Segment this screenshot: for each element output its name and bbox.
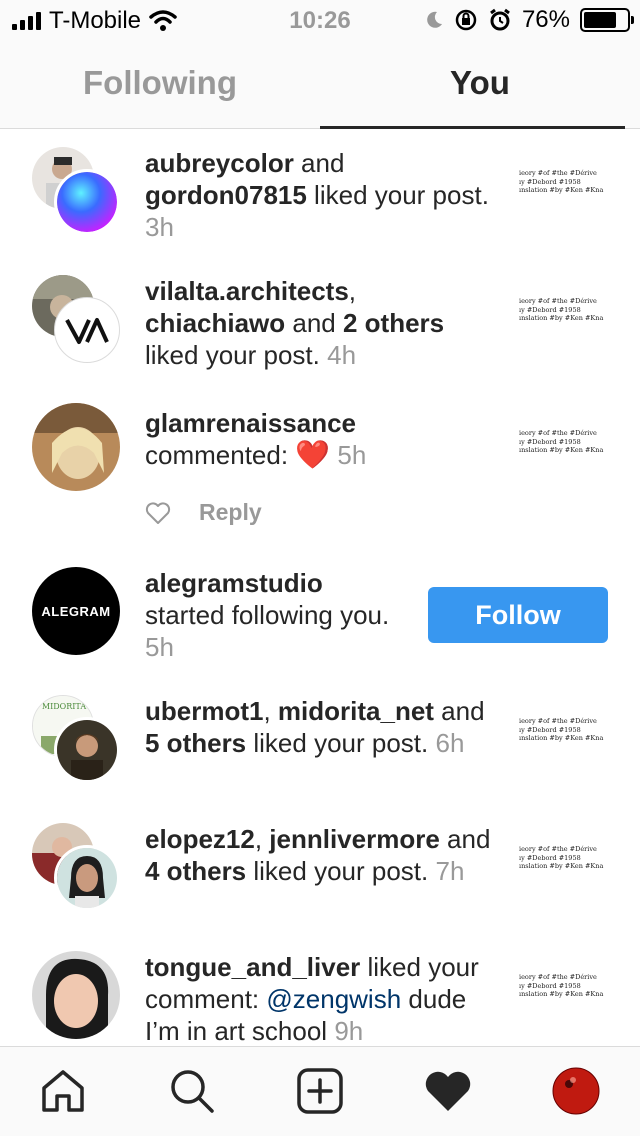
notification-message: liked your post. [306, 180, 489, 210]
activity-heart-icon[interactable] [422, 1065, 474, 1117]
notification-text[interactable]: vilalta.architects, chiachiawo and 2 oth… [145, 275, 500, 371]
like-comment-heart-icon[interactable] [145, 501, 171, 525]
notification-time: 6h [435, 728, 465, 758]
notification-time: 9h [334, 1016, 364, 1046]
list-item[interactable]: ALEGRAM alegramstudio started following … [0, 567, 640, 667]
username-text[interactable]: 4 others [145, 856, 246, 886]
status-bar: T-Mobile 10:26 76% [0, 0, 640, 40]
notification-time: 5h [145, 632, 174, 662]
battery-icon [580, 8, 634, 32]
username-text[interactable]: tongue_and_liver [145, 952, 360, 982]
notification-message: liked your post. [246, 728, 429, 758]
username-text[interactable]: ubermot1 [145, 696, 263, 726]
avatar[interactable] [54, 845, 120, 911]
notification-text[interactable]: alegramstudio started following you. 5h [145, 567, 395, 663]
notification-time: 7h [435, 856, 465, 886]
post-thumbnail[interactable]: ieory #of #the #Dérive ıy #Debord #1958 ın… [519, 845, 611, 895]
username-text[interactable]: chiachiawo [145, 308, 285, 338]
profile-avatar[interactable] [550, 1065, 602, 1117]
username-text[interactable]: aubreycolor [145, 148, 294, 178]
new-post-icon[interactable] [294, 1065, 346, 1117]
moon-icon [427, 11, 442, 28]
notification-message: , [254, 824, 270, 854]
activity-feed[interactable]: aubreycolor and gordon07815 liked your p… [0, 129, 640, 1046]
mention-link[interactable]: @zengwish [266, 984, 401, 1014]
notification-text[interactable]: aubreycolor and gordon07815 liked your p… [145, 147, 500, 243]
avatar[interactable] [54, 297, 120, 363]
status-right: 76% [424, 6, 634, 34]
username-text[interactable]: glamrenaissance [145, 408, 356, 438]
list-item[interactable]: aubreycolor and gordon07815 liked your p… [0, 147, 640, 243]
notification-message: and [285, 308, 343, 338]
notification-text[interactable]: glamrenaissance commented: ❤️ 5h [145, 407, 500, 471]
list-item[interactable]: elopez12, jennlivermore and 4 others lik… [0, 823, 640, 919]
notification-message: started following you. [145, 600, 390, 630]
home-icon[interactable] [37, 1065, 89, 1117]
notification-time: 5h [337, 440, 367, 470]
alarm-icon [490, 8, 510, 31]
notification-text[interactable]: ubermot1, midorita_net and 5 others like… [145, 695, 500, 759]
activity-tabs: Following You [0, 40, 640, 129]
post-thumbnail[interactable]: ieory #of #the #Dérive ıy #Debord #1958 ın… [519, 717, 611, 767]
avatar[interactable]: ALEGRAM [32, 567, 120, 655]
post-thumbnail[interactable]: ieory #of #the #Dérive ıy #Debord #1958 ın… [519, 169, 611, 219]
post-thumbnail[interactable]: ieory #of #the #Dérive ıy #Debord #1958 ın… [519, 429, 611, 479]
notification-time: 4h [327, 340, 357, 370]
notification-text[interactable]: tongue_and_liver liked your comment: @ze… [145, 951, 500, 1046]
notification-message: and [439, 824, 491, 854]
username-text[interactable]: elopez12 [145, 824, 255, 854]
notification-message: liked your post. [246, 856, 429, 886]
search-icon[interactable] [166, 1065, 218, 1117]
battery-percent: 76% [521, 6, 570, 33]
list-item[interactable]: tongue_and_liver liked your comment: @ze… [0, 951, 640, 1046]
avatar[interactable] [32, 951, 120, 1039]
avatar[interactable] [32, 403, 120, 491]
rotation-lock-icon [455, 9, 477, 31]
username-text[interactable]: jennlivermore [269, 824, 440, 854]
notification-message: and [293, 148, 345, 178]
list-item[interactable]: glamrenaissance commented: ❤️ 5h ieory #… [0, 403, 640, 533]
list-item[interactable]: vilalta.architects, chiachiawo and 2 oth… [0, 275, 640, 371]
username-text[interactable]: 2 others [343, 308, 444, 338]
avatar[interactable] [54, 169, 120, 235]
notification-text[interactable]: elopez12, jennlivermore and 4 others lik… [145, 823, 500, 887]
notification-time: 3h [145, 212, 174, 242]
notification-message: liked your post. [145, 340, 320, 370]
reply-button[interactable]: Reply [199, 499, 262, 526]
tab-you[interactable]: You [320, 40, 640, 129]
username-text[interactable]: vilalta.architects [145, 276, 349, 306]
notification-message: , [348, 276, 357, 306]
follow-button[interactable]: Follow [428, 587, 608, 643]
avatar-logo-text: MIDORITA [42, 702, 86, 711]
avatar-logo-text: ALEGRAM [41, 603, 111, 619]
tab-following[interactable]: Following [0, 40, 320, 128]
heart-emoji: ❤️ [295, 438, 331, 471]
notification-message: , [263, 696, 278, 726]
list-item[interactable]: MIDORITA ubermot1, midorita_net and 5 ot… [0, 695, 640, 791]
bottom-nav [0, 1046, 640, 1136]
comment-actions: Reply [145, 499, 262, 526]
avatar[interactable] [54, 717, 120, 783]
notification-message: commented: [145, 440, 296, 470]
post-thumbnail[interactable]: ieory #of #the #Dérive ıy #Debord #1958 ın… [519, 297, 611, 347]
username-text[interactable]: gordon07815 [145, 180, 307, 210]
username-text[interactable]: alegramstudio [145, 568, 323, 598]
username-text[interactable]: midorita_net [278, 696, 434, 726]
notification-message: and [433, 696, 485, 726]
post-thumbnail[interactable]: ieory #of #the #Dérive ıy #Debord #1958 ın… [519, 973, 611, 1023]
username-text[interactable]: 5 others [145, 728, 246, 758]
